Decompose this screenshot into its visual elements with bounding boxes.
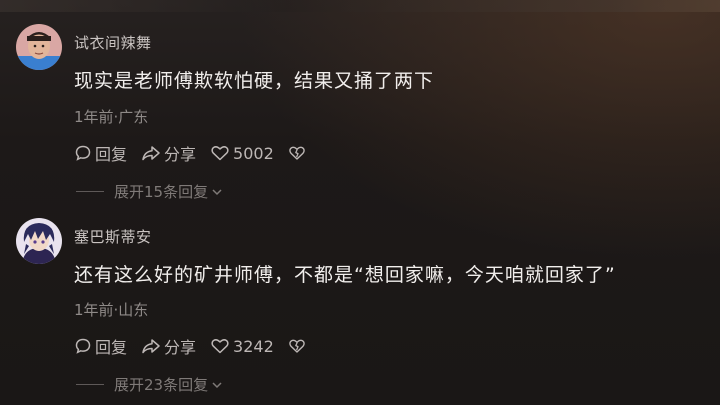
comment-username[interactable]: 试衣间辣舞 bbox=[74, 32, 152, 53]
comment-text: 还有这么好的矿井师傅，不都是“想回家嘛，今天咱就回家了” bbox=[74, 264, 616, 286]
chevron-down-icon bbox=[212, 381, 222, 388]
comment-actions: 回复 分享 3242 bbox=[74, 334, 323, 358]
expand-replies-label: 展开23条回复 bbox=[114, 376, 209, 394]
dislike-button[interactable] bbox=[288, 144, 309, 162]
user-avatar[interactable] bbox=[16, 24, 62, 70]
broken-heart-icon bbox=[288, 146, 305, 160]
share-label: 分享 bbox=[164, 145, 197, 164]
reply-label: 回复 bbox=[95, 338, 128, 357]
comment-meta: 1年前·广东 bbox=[74, 108, 149, 126]
expand-replies-label: 展开15条回复 bbox=[114, 183, 209, 201]
heart-icon bbox=[211, 339, 229, 354]
share-button[interactable]: 分享 bbox=[141, 334, 196, 358]
like-count: 5002 bbox=[233, 143, 274, 163]
share-arrow-icon bbox=[142, 146, 160, 161]
share-label: 分享 bbox=[164, 338, 197, 357]
share-arrow-icon bbox=[142, 339, 160, 354]
comment-text: 现实是老师傅欺软怕硬，结果又捅了两下 bbox=[74, 70, 435, 92]
reply-bubble-icon bbox=[75, 145, 91, 161]
reply-label: 回复 bbox=[95, 145, 128, 164]
chevron-down-icon bbox=[212, 188, 222, 195]
share-button[interactable]: 分享 bbox=[141, 141, 196, 165]
expand-replies-button[interactable]: 展开23条回复 bbox=[76, 374, 224, 395]
video-background-strip bbox=[0, 0, 720, 12]
expand-replies-button[interactable]: 展开15条回复 bbox=[76, 181, 224, 202]
like-button[interactable]: 3242 bbox=[210, 337, 274, 356]
expand-divider bbox=[76, 384, 104, 385]
comment-username[interactable]: 塞巴斯蒂安 bbox=[74, 226, 152, 247]
like-button[interactable]: 5002 bbox=[210, 144, 274, 163]
avatar-anime-character-icon bbox=[16, 218, 62, 264]
like-count: 3242 bbox=[233, 336, 274, 356]
reply-button[interactable]: 回复 bbox=[74, 334, 127, 358]
broken-heart-icon bbox=[288, 339, 305, 353]
comment-actions: 回复 分享 5002 bbox=[74, 141, 323, 165]
dislike-button[interactable] bbox=[288, 337, 309, 355]
heart-icon bbox=[211, 146, 229, 161]
reply-bubble-icon bbox=[75, 338, 91, 354]
comment-list-page: 试衣间辣舞 现实是老师傅欺软怕硬，结果又捅了两下 1年前·广东 回复 分享 50… bbox=[0, 0, 720, 405]
reply-button[interactable]: 回复 bbox=[74, 141, 127, 165]
expand-divider bbox=[76, 191, 104, 192]
avatar-boy-photo-icon bbox=[16, 24, 62, 70]
comment-meta: 1年前·山东 bbox=[74, 301, 149, 319]
user-avatar[interactable] bbox=[16, 218, 62, 264]
